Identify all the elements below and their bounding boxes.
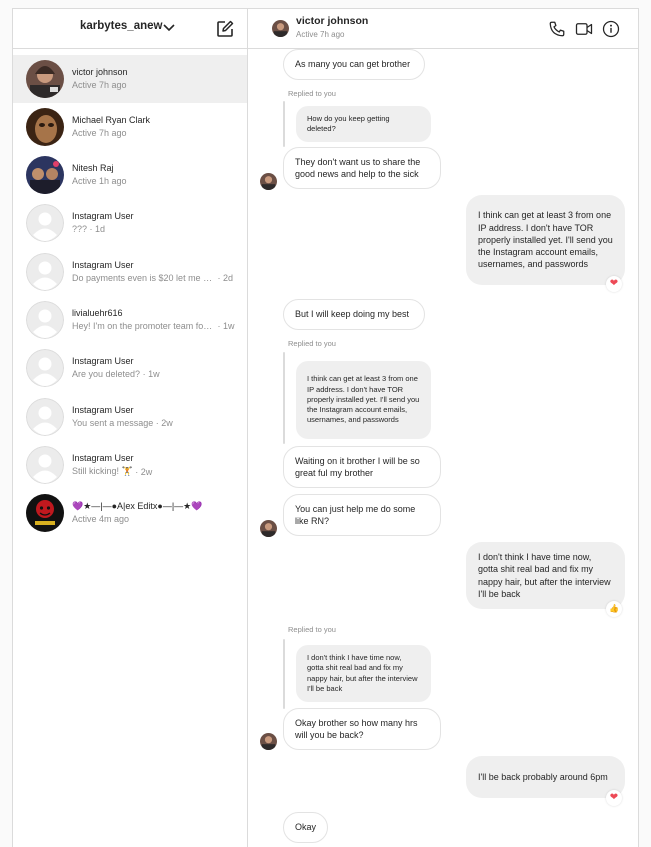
reply-label: Replied to you [288, 89, 336, 98]
outgoing-message[interactable]: I'll be back probably around 6pm [466, 756, 625, 798]
reply-label: Replied to you [288, 339, 336, 348]
video-call-icon[interactable] [575, 20, 593, 38]
avatar [260, 173, 277, 190]
conversation-status: Active 7h ago [72, 80, 127, 90]
conversation-preview: You sent a message · 2w [72, 418, 173, 428]
default-avatar-icon [26, 398, 64, 436]
conversation-name: Instagram User [72, 356, 134, 366]
replied-message[interactable]: I don't think I have time now, gotta shi… [296, 645, 431, 702]
conversation-status: Active 1h ago [72, 176, 127, 186]
incoming-message[interactable]: Okay brother so how many hrs will you be… [283, 708, 441, 750]
incoming-message[interactable]: But I will keep doing my best [283, 299, 425, 330]
default-avatar-icon [26, 253, 64, 291]
conversation-name: Instagram User [72, 453, 134, 463]
conversation-name: Michael Ryan Clark [72, 115, 151, 125]
conversation-name: victor johnson [72, 67, 128, 77]
default-avatar-icon [26, 349, 64, 387]
conversation-item[interactable]: Instagram User Still kicking! 🏋 · 2w [13, 441, 247, 489]
conversation-item[interactable]: Instagram User Do payments even is $20 l… [13, 248, 247, 296]
conversation-preview: ??? · 1d [72, 224, 106, 234]
thumbs-up-reaction-icon[interactable]: 👍 [606, 601, 622, 617]
conversation-name: Instagram User [72, 260, 134, 270]
chat-panel: victor johnson Active 7h ago As many you… [248, 9, 638, 847]
avatar[interactable] [272, 20, 289, 37]
avatar [260, 733, 277, 750]
conversation-item[interactable]: 💜★—|—●A|ex Editx●—|—★💜 Active 4m ago [13, 489, 247, 537]
conversation-name: Instagram User [72, 211, 134, 221]
sidebar-header: karbytes_anew [13, 9, 247, 49]
incoming-message[interactable]: They don't want us to share the good new… [283, 147, 441, 189]
conversation-item[interactable]: Instagram User You sent a message · 2w [13, 393, 247, 441]
conversation-name: Nitesh Raj [72, 163, 114, 173]
incoming-message[interactable]: You can just help me do some like RN? [283, 494, 441, 536]
reply-bar [283, 352, 285, 444]
chevron-down-icon[interactable] [162, 23, 176, 33]
chat-contact-name[interactable]: victor johnson [296, 15, 368, 27]
messenger-window: karbytes_anew victor johnson Active 7h a… [12, 8, 639, 847]
conversation-name: 💜★—|—●A|ex Editx●—|—★💜 [72, 501, 203, 511]
avatar [26, 156, 64, 194]
conversation-status: Active 7h ago [72, 128, 127, 138]
conversation-preview: Hey! I'm on the promoter team for this p… [72, 321, 235, 331]
conversation-name: Instagram User [72, 405, 134, 415]
outgoing-message[interactable]: I think can get at least 3 from one IP a… [466, 195, 625, 285]
default-avatar-icon [26, 446, 64, 484]
default-avatar-icon [26, 204, 64, 242]
conversation-preview: Are you deleted? · 1w [72, 369, 160, 379]
phone-icon[interactable] [548, 20, 566, 38]
replied-message[interactable]: I think can get at least 3 from one IP a… [296, 361, 431, 439]
replied-message[interactable]: How do you keep getting deleted? [296, 106, 431, 142]
default-avatar-icon [26, 301, 64, 339]
conversation-sidebar: karbytes_anew victor johnson Active 7h a… [13, 9, 248, 847]
compose-icon[interactable] [216, 20, 234, 38]
conversation-name: livialuehr616 [72, 308, 123, 318]
incoming-message[interactable]: Okay [283, 812, 328, 843]
conversation-item[interactable]: victor johnson Active 7h ago [13, 55, 247, 103]
conversation-item[interactable]: Nitesh Raj Active 1h ago [13, 151, 247, 199]
avatar [260, 520, 277, 537]
chat-header: victor johnson Active 7h ago [248, 9, 638, 49]
reply-bar [283, 101, 285, 147]
conversation-preview: Still kicking! 🏋 · 2w [72, 466, 153, 477]
conversation-status: Active 4m ago [72, 514, 130, 524]
account-switcher[interactable]: karbytes_anew [80, 20, 162, 32]
reply-bar [283, 639, 285, 709]
reply-label: Replied to you [288, 625, 336, 634]
conversation-item[interactable]: Instagram User Are you deleted? · 1w [13, 344, 247, 392]
incoming-message[interactable]: As many you can get brother [283, 49, 425, 80]
avatar [26, 60, 64, 98]
info-icon[interactable] [602, 20, 620, 38]
heart-reaction-icon[interactable]: ❤ [606, 790, 622, 806]
avatar [26, 494, 64, 532]
conversation-item[interactable]: Instagram User ??? · 1d [13, 199, 247, 247]
incoming-message[interactable]: Waiting on it brother I will be so great… [283, 446, 441, 488]
chat-contact-status: Active 7h ago [296, 30, 345, 39]
conversation-item[interactable]: Michael Ryan Clark Active 7h ago [13, 103, 247, 151]
outgoing-message[interactable]: I don't think I have time now, gotta shi… [466, 542, 625, 609]
conversation-preview: Do payments even is $20 let me know. · 2… [72, 273, 234, 283]
conversation-item[interactable]: livialuehr616 Hey! I'm on the promoter t… [13, 296, 247, 344]
avatar [26, 108, 64, 146]
heart-reaction-icon[interactable]: ❤ [606, 276, 622, 292]
